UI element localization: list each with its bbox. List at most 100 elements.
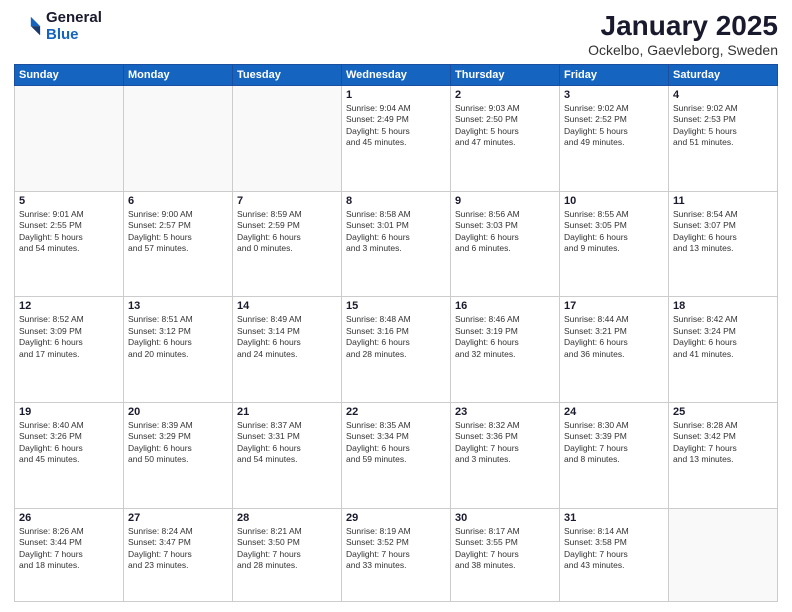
table-row: 7 Sunrise: 8:59 AM Sunset: 2:59 PM Daylig… bbox=[233, 191, 342, 297]
table-row: 31Sunrise: 8:14 AM Sunset: 3:58 PM Dayli… bbox=[560, 508, 669, 601]
day-number: 20 bbox=[128, 406, 228, 418]
table-row: 13 Sunrise: 8:51 AM Sunset: 3:12 PM Dayli… bbox=[124, 297, 233, 403]
day-number: 27 bbox=[128, 512, 228, 524]
table-row: 15 Sunrise: 8:48 AM Sunset: 3:16 PM Dayli… bbox=[342, 297, 451, 403]
table-row: 19 Sunrise: 8:40 AM Sunset: 3:26 PM Dayli… bbox=[15, 402, 124, 508]
table-row: 23 Sunrise: 8:32 AM Sunset: 3:36 PM Dayli… bbox=[451, 402, 560, 508]
calendar-week-row: 12Sunrise: 8:52 AM Sunset: 3:09 PM Dayli… bbox=[15, 297, 778, 403]
day-info: Sunrise: 9:02 AM Sunset: 2:52 PM Dayligh… bbox=[564, 103, 664, 149]
header-saturday: Saturday bbox=[669, 65, 778, 86]
table-row: 28 Sunrise: 8:21 AM Sunset: 3:50 PM Dayli… bbox=[233, 508, 342, 601]
table-row: 14Sunrise: 8:49 AM Sunset: 3:14 PM Dayli… bbox=[233, 297, 342, 403]
day-number: 19 bbox=[19, 406, 119, 418]
day-info: Sunrise: 8:51 AM Sunset: 3:12 PM Dayligh… bbox=[128, 314, 228, 360]
calendar-table: Sunday Monday Tuesday Wednesday Thursday… bbox=[14, 64, 778, 602]
table-row: 12Sunrise: 8:52 AM Sunset: 3:09 PM Dayli… bbox=[15, 297, 124, 403]
day-number: 30 bbox=[455, 512, 555, 524]
day-number: 6 bbox=[128, 195, 228, 207]
calendar-week-row: 1 Sunrise: 9:04 AM Sunset: 2:49 PM Daylig… bbox=[15, 86, 778, 192]
day-info: Sunrise: 8:46 AM Sunset: 3:19 PM Dayligh… bbox=[455, 314, 555, 360]
day-number: 1 bbox=[346, 89, 446, 101]
calendar-week-row: 26 Sunrise: 8:26 AM Sunset: 3:44 PM Dayli… bbox=[15, 508, 778, 601]
logo-general: General bbox=[46, 10, 102, 27]
day-info: Sunrise: 8:44 AM Sunset: 3:21 PM Dayligh… bbox=[564, 314, 664, 360]
day-info: Sunrise: 9:01 AM Sunset: 2:55 PM Dayligh… bbox=[19, 209, 119, 255]
table-row: 4Sunrise: 9:02 AM Sunset: 2:53 PM Daylig… bbox=[669, 86, 778, 192]
table-row: 30 Sunrise: 8:17 AM Sunset: 3:55 PM Dayli… bbox=[451, 508, 560, 601]
table-row bbox=[233, 86, 342, 192]
table-row bbox=[669, 508, 778, 601]
calendar-week-row: 5 Sunrise: 9:01 AM Sunset: 2:55 PM Daylig… bbox=[15, 191, 778, 297]
table-row: 24 Sunrise: 8:30 AM Sunset: 3:39 PM Dayli… bbox=[560, 402, 669, 508]
table-row bbox=[124, 86, 233, 192]
table-row: 8Sunrise: 8:58 AM Sunset: 3:01 PM Daylig… bbox=[342, 191, 451, 297]
day-info: Sunrise: 8:17 AM Sunset: 3:55 PM Dayligh… bbox=[455, 526, 555, 572]
header-tuesday: Tuesday bbox=[233, 65, 342, 86]
day-info: Sunrise: 9:03 AM Sunset: 2:50 PM Dayligh… bbox=[455, 103, 555, 149]
calendar-week-row: 19 Sunrise: 8:40 AM Sunset: 3:26 PM Dayli… bbox=[15, 402, 778, 508]
day-info: Sunrise: 8:48 AM Sunset: 3:16 PM Dayligh… bbox=[346, 314, 446, 360]
day-number: 10 bbox=[564, 195, 664, 207]
day-number: 25 bbox=[673, 406, 773, 418]
weekday-header-row: Sunday Monday Tuesday Wednesday Thursday… bbox=[15, 65, 778, 86]
table-row: 21Sunrise: 8:37 AM Sunset: 3:31 PM Dayli… bbox=[233, 402, 342, 508]
day-number: 11 bbox=[673, 195, 773, 207]
day-number: 24 bbox=[564, 406, 664, 418]
day-info: Sunrise: 8:24 AM Sunset: 3:47 PM Dayligh… bbox=[128, 526, 228, 572]
day-number: 23 bbox=[455, 406, 555, 418]
header-thursday: Thursday bbox=[451, 65, 560, 86]
table-row: 18 Sunrise: 8:42 AM Sunset: 3:24 PM Dayli… bbox=[669, 297, 778, 403]
header-wednesday: Wednesday bbox=[342, 65, 451, 86]
table-row: 5 Sunrise: 9:01 AM Sunset: 2:55 PM Daylig… bbox=[15, 191, 124, 297]
day-info: Sunrise: 8:21 AM Sunset: 3:50 PM Dayligh… bbox=[237, 526, 337, 572]
day-number: 2 bbox=[455, 89, 555, 101]
day-number: 28 bbox=[237, 512, 337, 524]
table-row: 2 Sunrise: 9:03 AM Sunset: 2:50 PM Daylig… bbox=[451, 86, 560, 192]
day-info: Sunrise: 8:32 AM Sunset: 3:36 PM Dayligh… bbox=[455, 420, 555, 466]
day-number: 7 bbox=[237, 195, 337, 207]
day-number: 17 bbox=[564, 300, 664, 312]
day-number: 26 bbox=[19, 512, 119, 524]
day-number: 9 bbox=[455, 195, 555, 207]
header: General Blue January 2025 Ockelbo, Gaevl… bbox=[14, 10, 778, 58]
day-number: 14 bbox=[237, 300, 337, 312]
day-info: Sunrise: 8:58 AM Sunset: 3:01 PM Dayligh… bbox=[346, 209, 446, 255]
day-info: Sunrise: 9:02 AM Sunset: 2:53 PM Dayligh… bbox=[673, 103, 773, 149]
day-number: 12 bbox=[19, 300, 119, 312]
day-info: Sunrise: 8:30 AM Sunset: 3:39 PM Dayligh… bbox=[564, 420, 664, 466]
day-info: Sunrise: 8:26 AM Sunset: 3:44 PM Dayligh… bbox=[19, 526, 119, 572]
day-info: Sunrise: 9:04 AM Sunset: 2:49 PM Dayligh… bbox=[346, 103, 446, 149]
logo-blue: Blue bbox=[46, 27, 102, 44]
day-info: Sunrise: 8:59 AM Sunset: 2:59 PM Dayligh… bbox=[237, 209, 337, 255]
day-number: 13 bbox=[128, 300, 228, 312]
table-row: 26 Sunrise: 8:26 AM Sunset: 3:44 PM Dayli… bbox=[15, 508, 124, 601]
table-row: 1 Sunrise: 9:04 AM Sunset: 2:49 PM Daylig… bbox=[342, 86, 451, 192]
day-number: 15 bbox=[346, 300, 446, 312]
day-info: Sunrise: 8:42 AM Sunset: 3:24 PM Dayligh… bbox=[673, 314, 773, 360]
logo-icon bbox=[14, 13, 42, 41]
table-row: 17 Sunrise: 8:44 AM Sunset: 3:21 PM Dayli… bbox=[560, 297, 669, 403]
table-row: 9 Sunrise: 8:56 AM Sunset: 3:03 PM Daylig… bbox=[451, 191, 560, 297]
page: General Blue January 2025 Ockelbo, Gaevl… bbox=[0, 0, 792, 612]
table-row: 16Sunrise: 8:46 AM Sunset: 3:19 PM Dayli… bbox=[451, 297, 560, 403]
table-row: 29Sunrise: 8:19 AM Sunset: 3:52 PM Dayli… bbox=[342, 508, 451, 601]
day-info: Sunrise: 8:54 AM Sunset: 3:07 PM Dayligh… bbox=[673, 209, 773, 255]
logo: General Blue bbox=[14, 10, 102, 43]
day-info: Sunrise: 8:19 AM Sunset: 3:52 PM Dayligh… bbox=[346, 526, 446, 572]
table-row: 22Sunrise: 8:35 AM Sunset: 3:34 PM Dayli… bbox=[342, 402, 451, 508]
day-number: 18 bbox=[673, 300, 773, 312]
day-info: Sunrise: 8:35 AM Sunset: 3:34 PM Dayligh… bbox=[346, 420, 446, 466]
header-friday: Friday bbox=[560, 65, 669, 86]
calendar-title: January 2025 bbox=[588, 10, 778, 42]
table-row: 20 Sunrise: 8:39 AM Sunset: 3:29 PM Dayli… bbox=[124, 402, 233, 508]
day-number: 5 bbox=[19, 195, 119, 207]
logo-text: General Blue bbox=[46, 10, 102, 43]
day-info: Sunrise: 8:40 AM Sunset: 3:26 PM Dayligh… bbox=[19, 420, 119, 466]
day-number: 31 bbox=[564, 512, 664, 524]
day-info: Sunrise: 8:55 AM Sunset: 3:05 PM Dayligh… bbox=[564, 209, 664, 255]
day-info: Sunrise: 8:39 AM Sunset: 3:29 PM Dayligh… bbox=[128, 420, 228, 466]
day-info: Sunrise: 8:56 AM Sunset: 3:03 PM Dayligh… bbox=[455, 209, 555, 255]
header-sunday: Sunday bbox=[15, 65, 124, 86]
table-row: 10 Sunrise: 8:55 AM Sunset: 3:05 PM Dayli… bbox=[560, 191, 669, 297]
day-number: 3 bbox=[564, 89, 664, 101]
